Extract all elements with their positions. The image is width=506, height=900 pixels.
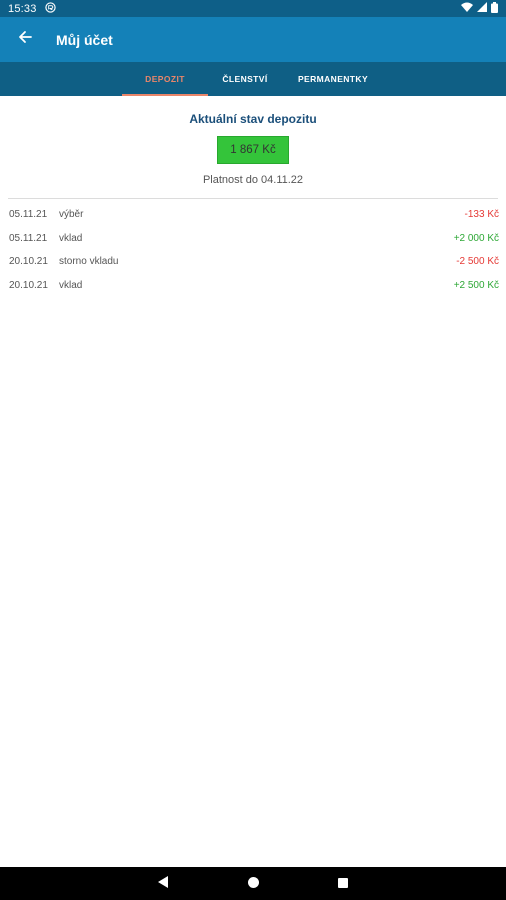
- transaction-date: 20.10.21: [9, 279, 48, 291]
- transaction-row: 20.10.21 storno vkladu -2 500 Kč: [0, 250, 506, 274]
- app-bar: Můj účet: [0, 17, 506, 62]
- back-button[interactable]: [0, 17, 50, 62]
- tab-depozit[interactable]: DEPOZIT: [122, 62, 208, 96]
- transaction-description: vklad: [59, 279, 83, 291]
- transaction-row: 05.11.21 vklad +2 000 Kč: [0, 227, 506, 251]
- battery-icon: [491, 1, 498, 16]
- balance-value: 1 867 Kč: [217, 136, 289, 164]
- transaction-date: 20.10.21: [9, 256, 48, 268]
- transaction-date: 05.11.21: [9, 209, 48, 221]
- arrow-left-icon: [18, 30, 32, 49]
- transaction-row: 05.11.21 výběr -133 Kč: [0, 203, 506, 227]
- status-right: [461, 1, 498, 16]
- status-time: 15:33: [8, 2, 37, 15]
- cell-signal-icon: [477, 2, 487, 15]
- transaction-amount: -133 Kč: [464, 209, 499, 221]
- transaction-row: 20.10.21 vklad +2 500 Kč: [0, 274, 506, 298]
- transaction-amount: -2 500 Kč: [456, 256, 499, 268]
- transaction-amount: +2 000 Kč: [453, 232, 499, 244]
- tab-bar: DEPOZIT ČLENSTVÍ PERMANENTKY: [0, 62, 506, 96]
- tab-clenstvi[interactable]: ČLENSTVÍ: [208, 62, 282, 96]
- divider: [8, 198, 498, 199]
- tab-permanentky[interactable]: PERMANENTKY: [282, 62, 384, 96]
- transaction-amount: +2 500 Kč: [453, 279, 499, 291]
- deposit-panel: Aktuální stav depozitu 1 867 Kč Platnost…: [0, 96, 506, 297]
- deposit-heading: Aktuální stav depozitu: [189, 112, 317, 126]
- transaction-description: vklad: [59, 232, 83, 244]
- transaction-date: 05.11.21: [9, 232, 48, 244]
- square-recents-icon: [338, 875, 348, 893]
- validity-date: Platnost do 04.11.22: [202, 174, 304, 186]
- nav-back-button[interactable]: [153, 874, 173, 894]
- nav-home-button[interactable]: [243, 874, 263, 894]
- circle-home-icon: [247, 875, 259, 893]
- notification-icon: [44, 1, 56, 16]
- transaction-description: storno vkladu: [59, 256, 119, 268]
- balance-wrap: 1 867 Kč: [0, 136, 506, 164]
- nav-recents-button[interactable]: [333, 874, 353, 894]
- wifi-icon: [461, 2, 473, 15]
- system-nav-bar: [0, 867, 506, 900]
- status-left: 15:33: [8, 1, 56, 16]
- page-title: Můj účet: [56, 31, 113, 48]
- status-bar: 15:33: [0, 0, 506, 17]
- transaction-description: výběr: [59, 209, 84, 221]
- triangle-back-icon: [157, 875, 169, 893]
- transaction-list: 05.11.21 výběr -133 Kč 05.11.21 vklad +2…: [0, 203, 506, 297]
